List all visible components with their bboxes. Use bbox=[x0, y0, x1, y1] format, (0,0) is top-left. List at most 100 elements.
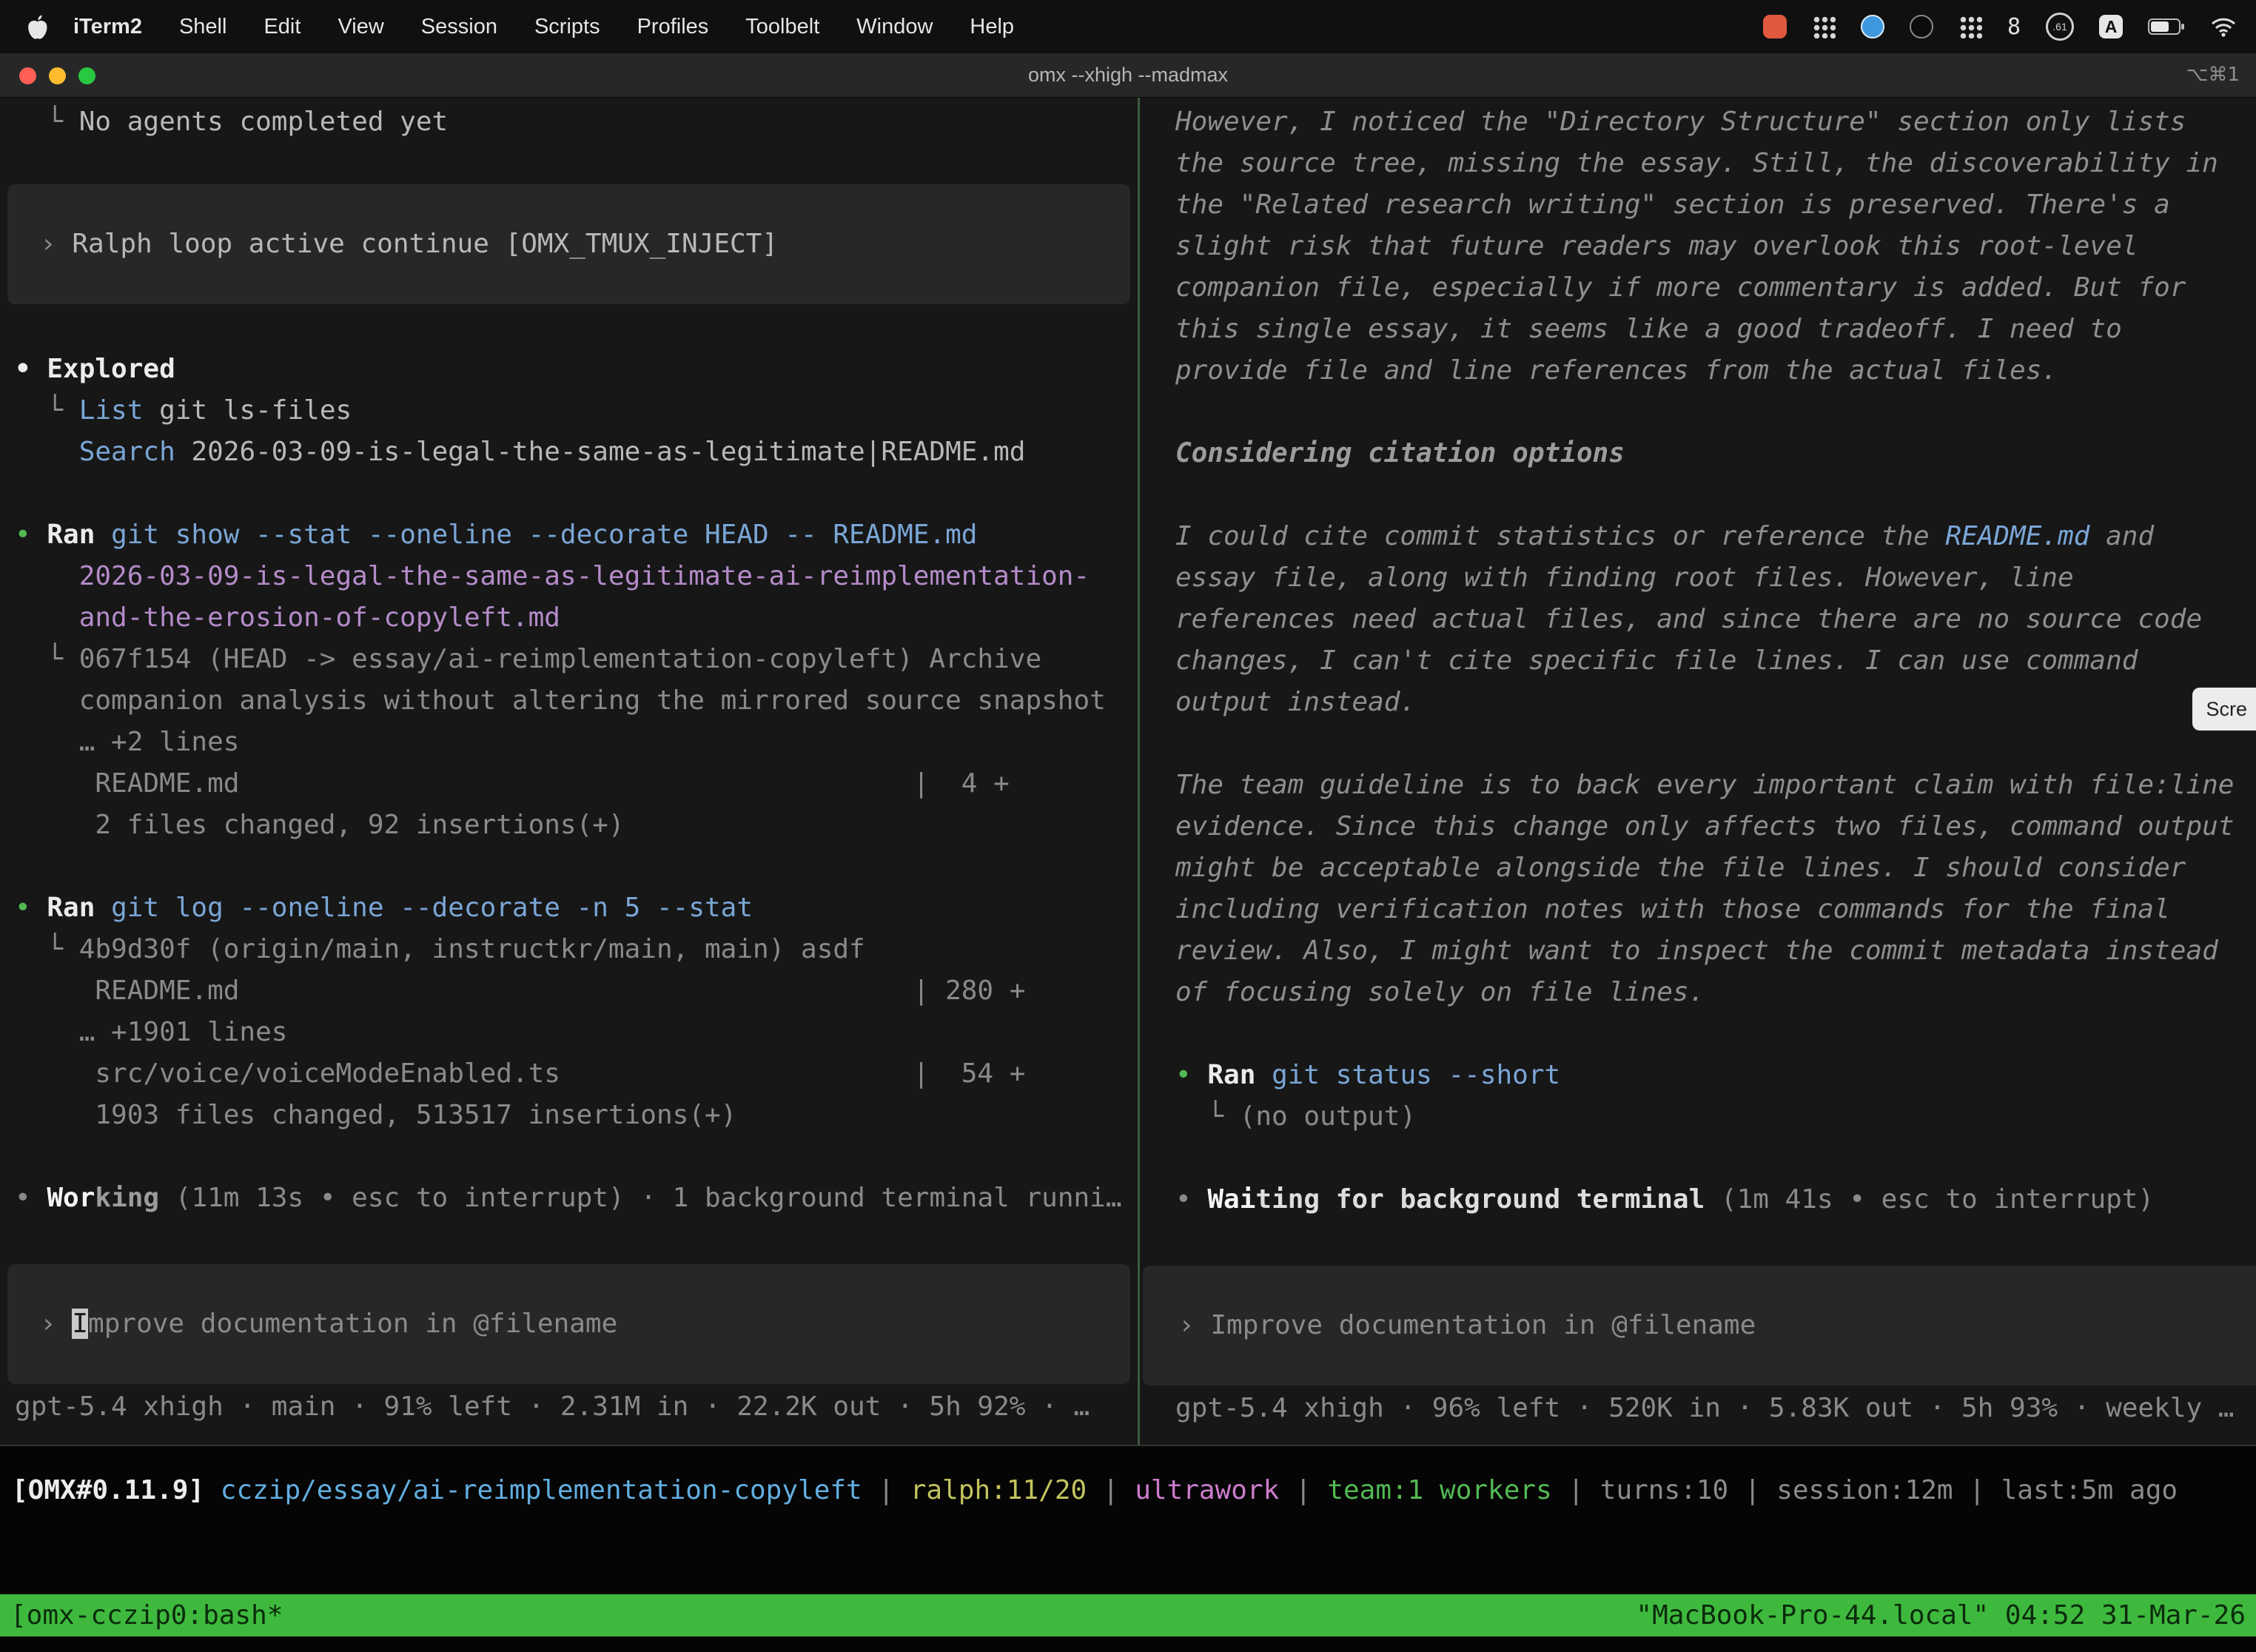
text-run: › bbox=[40, 229, 72, 259]
menu-item-iterm2[interactable]: iTerm2 bbox=[55, 15, 161, 39]
terminal-line: The team guideline is to back every impo… bbox=[1175, 765, 2256, 806]
text-run: List bbox=[79, 395, 144, 426]
text-run: Ran bbox=[47, 520, 95, 550]
tmux-session-label: [omx-cczip0:bash* bbox=[10, 1594, 283, 1636]
text-run: ralph:11/20 bbox=[910, 1475, 1087, 1505]
grid-icon-glyph bbox=[1812, 15, 1836, 38]
text-run: slight risk that future readers may over… bbox=[1175, 231, 2138, 261]
menu-item-window[interactable]: Window bbox=[838, 15, 951, 39]
menu-item-shell[interactable]: Shell bbox=[161, 15, 246, 39]
keypad-icon[interactable] bbox=[1958, 15, 1982, 38]
terminal-line: 2 files changed, 92 insertions(+) bbox=[15, 805, 1138, 846]
prompt-input[interactable]: › Improve documentation in @filename bbox=[1143, 1266, 2256, 1386]
text-run: turns:10 | session:12m | last:5m ago bbox=[1600, 1475, 2178, 1505]
screen-share-overlay-button[interactable]: Scre bbox=[2192, 688, 2256, 731]
terminal-line bbox=[15, 1136, 1138, 1178]
app-icon[interactable] bbox=[1910, 15, 1933, 38]
terminal-line: └ No agents completed yet bbox=[15, 101, 1138, 143]
wifi-icon[interactable] bbox=[2210, 16, 2237, 37]
text-run: I could cite commit statistics or refere… bbox=[1175, 521, 1945, 551]
battery-icon[interactable] bbox=[2148, 17, 2185, 36]
tmux-host-clock: "MacBook-Pro-44.local" 04:52 31-Mar-26 bbox=[1636, 1594, 2246, 1636]
battery-percent-icon[interactable]: .61 bbox=[2046, 13, 2074, 41]
menu-items: iTerm2ShellEditViewSessionScriptsProfile… bbox=[55, 15, 1033, 39]
apple-icon[interactable] bbox=[27, 14, 49, 39]
tmux-pane-right[interactable]: However, I noticed the "Directory Struct… bbox=[1140, 98, 2256, 1445]
text-run: | bbox=[1552, 1475, 1600, 1505]
text-run: Wai bbox=[1207, 1184, 1255, 1215]
text-run: including verification notes with those … bbox=[1175, 894, 2170, 924]
text-run: mprove documentation in @filename bbox=[88, 1309, 617, 1339]
menu-item-session[interactable]: Session bbox=[403, 15, 516, 39]
terminal-line: of focusing solely on file lines. bbox=[1175, 972, 2256, 1013]
text-run: [OMX#0.11.9] bbox=[12, 1475, 221, 1505]
close-button[interactable] bbox=[19, 67, 36, 84]
text-run: the "Related research writing" section i… bbox=[1175, 189, 2170, 220]
terminal-line: essay file, along with finding root file… bbox=[1175, 557, 2256, 599]
text-run: might be acceptable alongside the file l… bbox=[1175, 853, 2186, 883]
text-run: └ bbox=[15, 107, 79, 137]
number-8-icon[interactable]: 8 bbox=[2007, 14, 2021, 40]
text-run: However, I noticed the "Directory Struct… bbox=[1175, 107, 2186, 137]
traffic-lights bbox=[19, 67, 95, 84]
battery-percent-icon-glyph: .61 bbox=[2046, 13, 2074, 41]
terminal-line: └ 4b9d30f (origin/main, instructkr/main,… bbox=[15, 929, 1138, 970]
text-run: ting for background terminal bbox=[1255, 1184, 1705, 1215]
terminal-line: └ List git ls-files bbox=[15, 390, 1138, 432]
terminal-line: 1903 files changed, 513517 insertions(+) bbox=[15, 1095, 1138, 1136]
menu-status-icons: 8 .61 A bbox=[1763, 13, 2256, 41]
text-run: review. Also, I might want to inspect th… bbox=[1175, 936, 2218, 966]
terminal-line: evidence. Since this change only affects… bbox=[1175, 806, 2256, 847]
menu-item-toolbelt[interactable]: Toolbelt bbox=[727, 15, 838, 39]
terminal-line: • Ran git status --short bbox=[1175, 1055, 2256, 1096]
menu-item-scripts[interactable]: Scripts bbox=[516, 15, 619, 39]
text-run: Ran bbox=[1207, 1060, 1255, 1090]
terminal-line bbox=[15, 143, 1138, 184]
text-run: • bbox=[1175, 1060, 1207, 1090]
zoom-button[interactable] bbox=[78, 67, 95, 84]
text-run: I bbox=[72, 1309, 88, 1339]
menu-item-view[interactable]: View bbox=[319, 15, 402, 39]
text-run: references need actual files, and since … bbox=[1175, 604, 2202, 634]
screen-recording-indicator-glyph bbox=[1763, 15, 1787, 38]
menu-item-profiles[interactable]: Profiles bbox=[619, 15, 728, 39]
grid-icon[interactable] bbox=[1812, 15, 1836, 38]
model-status-line: gpt-5.4 xhigh · main · 91% left · 2.31M … bbox=[15, 1386, 1138, 1428]
ralph-loop-banner[interactable]: › Ralph loop active continue [OMX_TMUX_I… bbox=[7, 184, 1130, 304]
menu-item-edit[interactable]: Edit bbox=[245, 15, 319, 39]
window-title-bar[interactable]: omx --xhigh --madmax ⌥⌘1 bbox=[0, 53, 2256, 98]
text-run: | bbox=[1279, 1475, 1327, 1505]
keyboard-layout-icon[interactable]: A bbox=[2099, 15, 2123, 38]
compass-icon[interactable] bbox=[1861, 15, 1884, 38]
screen-recording-indicator[interactable] bbox=[1763, 15, 1787, 38]
menu-item-help[interactable]: Help bbox=[951, 15, 1033, 39]
terminal-line: • Working (11m 13s • esc to interrupt) ·… bbox=[15, 1178, 1138, 1219]
text-run: git status --short bbox=[1255, 1060, 1560, 1090]
macos-menu-bar: iTerm2ShellEditViewSessionScriptsProfile… bbox=[0, 0, 2256, 53]
terminal-line: • Ran git log --oneline --decorate -n 5 … bbox=[15, 887, 1138, 929]
terminal-line: I could cite commit statistics or refere… bbox=[1175, 516, 2256, 557]
terminal-line: However, I noticed the "Directory Struct… bbox=[1175, 101, 2256, 143]
text-run: gpt-5.4 xhigh · 96% left · 520K in · 5.8… bbox=[1175, 1393, 2234, 1423]
text-run: (11m 13s • esc to interrupt) · 1 backgro… bbox=[159, 1183, 1121, 1213]
terminal-line: › Improve documentation in @filename bbox=[7, 1303, 617, 1345]
text-run: › bbox=[40, 1309, 72, 1339]
terminal-line: • Waiting for background terminal (1m 41… bbox=[1175, 1179, 2256, 1220]
terminal-line bbox=[1175, 1138, 2256, 1179]
number-8-icon-glyph: 8 bbox=[2007, 14, 2021, 40]
text-run: • Explored bbox=[15, 354, 175, 384]
text-run: … +2 lines bbox=[15, 727, 239, 757]
minimize-button[interactable] bbox=[49, 67, 66, 84]
terminal-line: including verification notes with those … bbox=[1175, 889, 2256, 930]
tmux-pane-left[interactable]: └ No agents completed yet › Ralph loop a… bbox=[0, 98, 1140, 1445]
text-run: team:1 workers bbox=[1327, 1475, 1551, 1505]
text-run: changes, I can't cite specific file line… bbox=[1175, 645, 2138, 676]
text-run: README.md | 280 + bbox=[15, 976, 1025, 1006]
text-run: 2026-03-09-is-legal-the-same-as-legitima… bbox=[15, 561, 1090, 591]
prompt-input[interactable]: › Improve documentation in @filename bbox=[7, 1264, 1130, 1384]
text-run: › bbox=[1178, 1310, 1210, 1340]
terminal-line bbox=[15, 846, 1138, 887]
text-run: companion file, especially if more comme… bbox=[1175, 272, 2186, 303]
text-run: Considering citation options bbox=[1175, 438, 1625, 469]
text-run: README.md bbox=[1945, 521, 2089, 551]
